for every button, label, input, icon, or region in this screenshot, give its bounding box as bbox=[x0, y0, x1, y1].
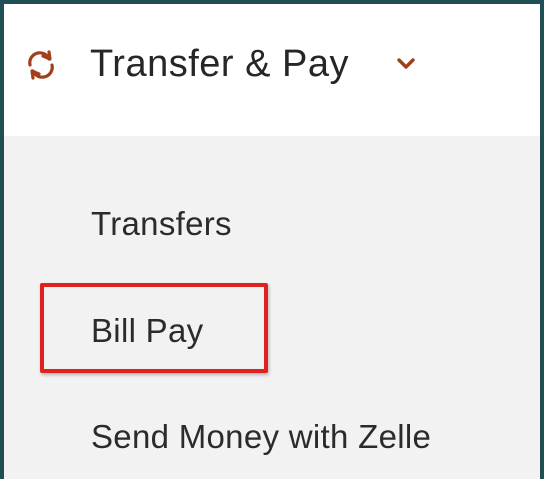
menu-item-transfers[interactable]: Transfers bbox=[91, 204, 232, 244]
navigation-menu: Transfer & Pay Transfers Bill Pay Send M… bbox=[0, 0, 544, 479]
chevron-down-icon[interactable] bbox=[394, 54, 418, 74]
transfer-pay-menu-header[interactable]: Transfer & Pay bbox=[4, 4, 540, 136]
menu-item-bill-pay[interactable]: Bill Pay bbox=[91, 311, 203, 351]
transfer-cycle-icon bbox=[28, 50, 54, 80]
menu-section-label: Transfer & Pay bbox=[90, 43, 350, 85]
transfer-pay-submenu: Transfers Bill Pay Send Money with Zelle bbox=[4, 136, 540, 479]
menu-item-send-money-zelle[interactable]: Send Money with Zelle bbox=[91, 417, 431, 457]
